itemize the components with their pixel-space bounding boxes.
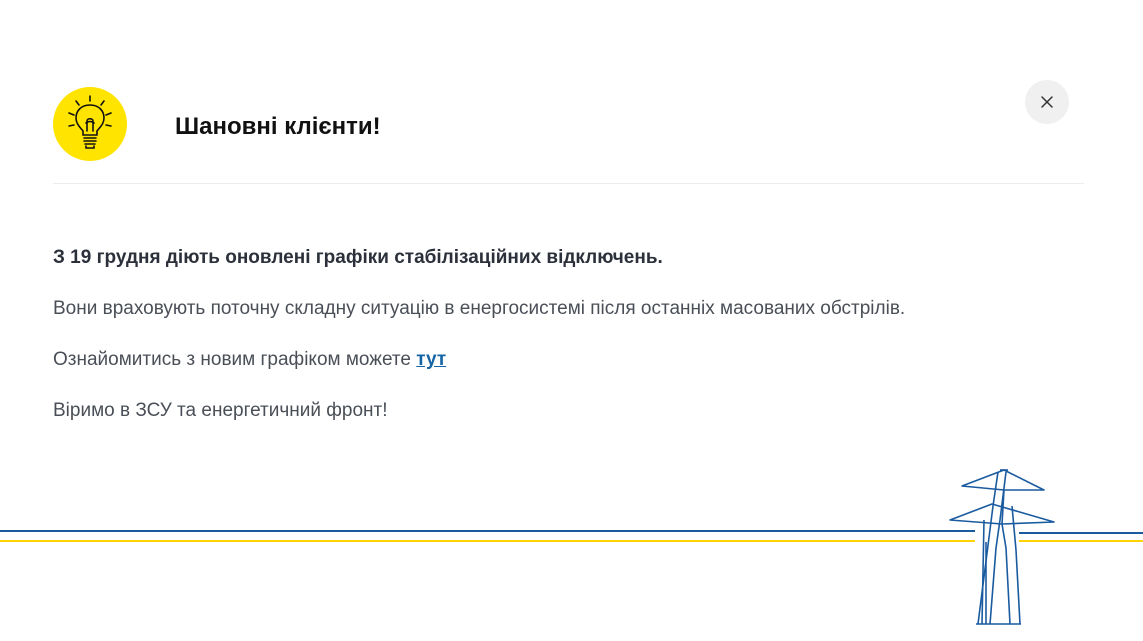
dialog-header: Шановні клієнти! (53, 87, 1084, 162)
link-prefix: Ознайомитись з новим графіком можете (53, 349, 417, 370)
lightbulb-icon (53, 87, 127, 161)
close-icon (1041, 96, 1053, 108)
footer-decoration (0, 460, 1143, 641)
schedule-link-paragraph: Ознайомитись з новим графіком можете тут (53, 348, 1113, 372)
body-paragraph: Вони враховують поточну складну ситуацію… (53, 298, 906, 319)
power-pylon-icon (949, 469, 1055, 625)
lead-text: З 19 грудня діють оновлені графіки стабі… (53, 247, 663, 268)
close-button[interactable] (1025, 80, 1069, 124)
notice-dialog: Шановні клієнти! З 19 грудня діють оновл… (0, 0, 1143, 641)
header-divider (53, 183, 1084, 184)
schedule-link[interactable]: тут (416, 349, 446, 370)
dialog-title: Шановні клієнти! (175, 113, 381, 140)
closing-text: Віримо в ЗСУ та енергетичний фронт! (53, 400, 388, 421)
dialog-body: З 19 грудня діють оновлені графіки стабі… (53, 246, 1113, 450)
